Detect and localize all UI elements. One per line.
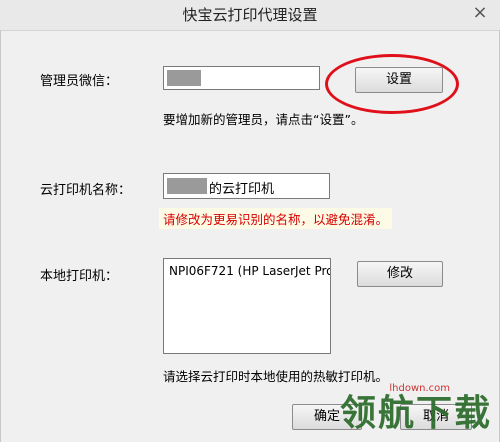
admin-hint: 要增加新的管理员，请点击“设置”。 — [163, 112, 364, 127]
modify-printer-button[interactable]: 修改 — [357, 261, 443, 287]
cloud-printer-name-suffix: 的云打印机 — [209, 182, 275, 197]
rename-warning: 请修改为更易识别的名称，以避免混淆。 — [159, 208, 393, 229]
redacted-printer-owner — [167, 178, 207, 194]
local-printer-item[interactable]: NPI06F721 (HP LaserJet Pro — [169, 264, 330, 278]
admin-wechat-field — [163, 66, 320, 90]
local-printer-list[interactable]: NPI06F721 (HP LaserJet Pro — [163, 258, 331, 354]
redacted-admin-name — [167, 70, 201, 86]
watermark-logo: 领航下载 — [339, 393, 492, 434]
local-printer-label: 本地打印机： — [40, 269, 119, 284]
cloud-printer-name-input[interactable]: 的云打印机 — [163, 173, 330, 199]
local-printer-hint: 请选择云打印时本地使用的热敏打印机。 — [163, 369, 389, 384]
window-title: 快宝云打印代理设置 — [182, 6, 318, 24]
admin-wechat-label: 管理员微信： — [40, 74, 119, 89]
set-admin-button[interactable]: 设置 — [355, 67, 443, 93]
title-bar: 快宝云打印代理设置 × — [0, 0, 500, 31]
close-icon[interactable]: × — [466, 0, 494, 26]
cloud-printer-name-label: 云打印机名称： — [40, 183, 132, 198]
